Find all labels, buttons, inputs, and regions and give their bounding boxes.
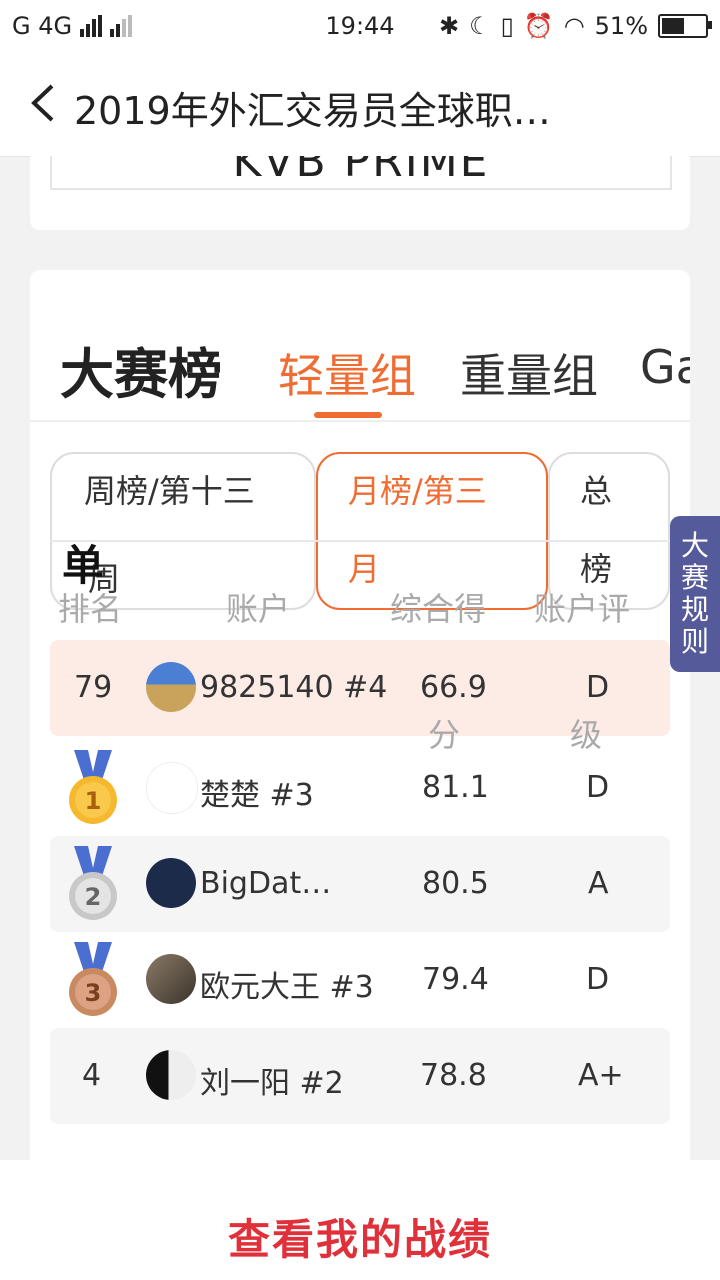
battery-icon	[658, 14, 712, 38]
banner-card: KVB PRIME	[30, 156, 690, 230]
rank-cell: 4	[82, 1058, 102, 1093]
alarm-icon: ⏰	[523, 12, 554, 40]
table-row[interactable]: 1 楚楚 #3 81.1 D	[50, 740, 670, 836]
back-chevron-icon[interactable]	[24, 78, 64, 128]
grade-cell: D	[586, 670, 610, 705]
divider	[50, 540, 670, 542]
active-tab-indicator	[314, 412, 382, 418]
tab-light-group[interactable]: 轻量组	[278, 340, 416, 406]
score-cell: 80.5	[422, 866, 489, 901]
pill-total-label: 总	[580, 472, 613, 510]
svg-text:3: 3	[85, 979, 102, 1007]
avatar	[146, 858, 196, 908]
col-rank: 排名	[58, 590, 123, 628]
tab-heavy-group[interactable]: 重量组	[460, 340, 598, 406]
score-cell: 81.1	[422, 770, 489, 805]
table-row[interactable]: 3 欧元大王 #3 79.4 D	[50, 932, 670, 1028]
page-header: 2019年外汇交易员全球职…	[0, 52, 720, 157]
account-cell: 楚楚 #3	[200, 778, 314, 813]
score-cell: 66.9	[420, 670, 487, 705]
wifi-icon: ◠	[563, 12, 585, 40]
sponsor-logo: KVB PRIME	[50, 156, 672, 190]
account-cell: BigDat…	[200, 866, 332, 901]
rules-button[interactable]: 大赛规则	[670, 516, 720, 672]
rank-cell: 79	[74, 670, 113, 705]
pill-monthly-label-2: 月	[348, 550, 381, 588]
svg-text:1: 1	[85, 787, 102, 815]
grade-cell: D	[586, 962, 610, 997]
pill-monthly-label: 月榜/第三	[348, 472, 487, 510]
bronze-medal-icon: 3	[69, 942, 117, 1016]
board-title: 大赛榜	[60, 343, 222, 406]
col-grade: 账户评	[534, 590, 631, 628]
view-my-results-button[interactable]: 查看我的战绩	[228, 1215, 492, 1264]
bluetooth-icon: ✱	[438, 12, 460, 40]
table-row[interactable]: 4 刘一阳 #2 78.8 A+	[50, 1028, 670, 1124]
grade-cell: D	[586, 770, 610, 805]
group-tabs: 大赛榜 轻量组 重量组 Ga	[30, 270, 690, 422]
rules-button-label: 大赛规则	[680, 529, 709, 658]
footer-bar: 查看我的战绩	[0, 1160, 720, 1280]
silver-medal-icon: 2	[69, 846, 117, 920]
grade-cell: A	[588, 866, 609, 901]
vibrate-icon: ▯	[500, 12, 514, 40]
table-row[interactable]: 2 BigDat… 80.5 A	[50, 836, 670, 932]
account-cell: 9825140 #4	[200, 670, 388, 705]
pill-weekly-label: 周榜/第十三	[84, 472, 255, 510]
score-cell: 79.4	[422, 962, 489, 997]
col-account: 账户	[226, 590, 291, 628]
grade-cell: A+	[578, 1058, 624, 1093]
leaderboard-card: 大赛榜 轻量组 重量组 Ga 周榜/第十三 月榜/第三 月 总 榜 周 单 排名…	[30, 270, 690, 1190]
avatar	[146, 762, 198, 814]
account-cell: 刘一阳 #2	[200, 1066, 344, 1101]
page-title: 2019年外汇交易员全球职…	[74, 89, 551, 133]
gold-medal-icon: 1	[69, 750, 117, 824]
avatar	[146, 662, 196, 712]
avatar	[146, 954, 196, 1004]
status-bar: G 4G 19:44 ✱ ☾ ▯ ⏰ ◠ 51%	[0, 0, 720, 52]
avatar	[146, 1050, 196, 1100]
score-cell: 78.8	[420, 1058, 487, 1093]
col-score: 综合得	[390, 590, 487, 628]
svg-text:2: 2	[85, 883, 102, 911]
status-right: ✱ ☾ ▯ ⏰ ◠ 51%	[438, 12, 712, 40]
sponsor-logo-text: KVB PRIME	[232, 156, 490, 187]
battery-percent: 51%	[594, 12, 648, 40]
moon-icon: ☾	[469, 12, 491, 40]
account-cell: 欧元大王 #3	[200, 970, 374, 1005]
tab-ga[interactable]: Ga	[640, 340, 690, 394]
